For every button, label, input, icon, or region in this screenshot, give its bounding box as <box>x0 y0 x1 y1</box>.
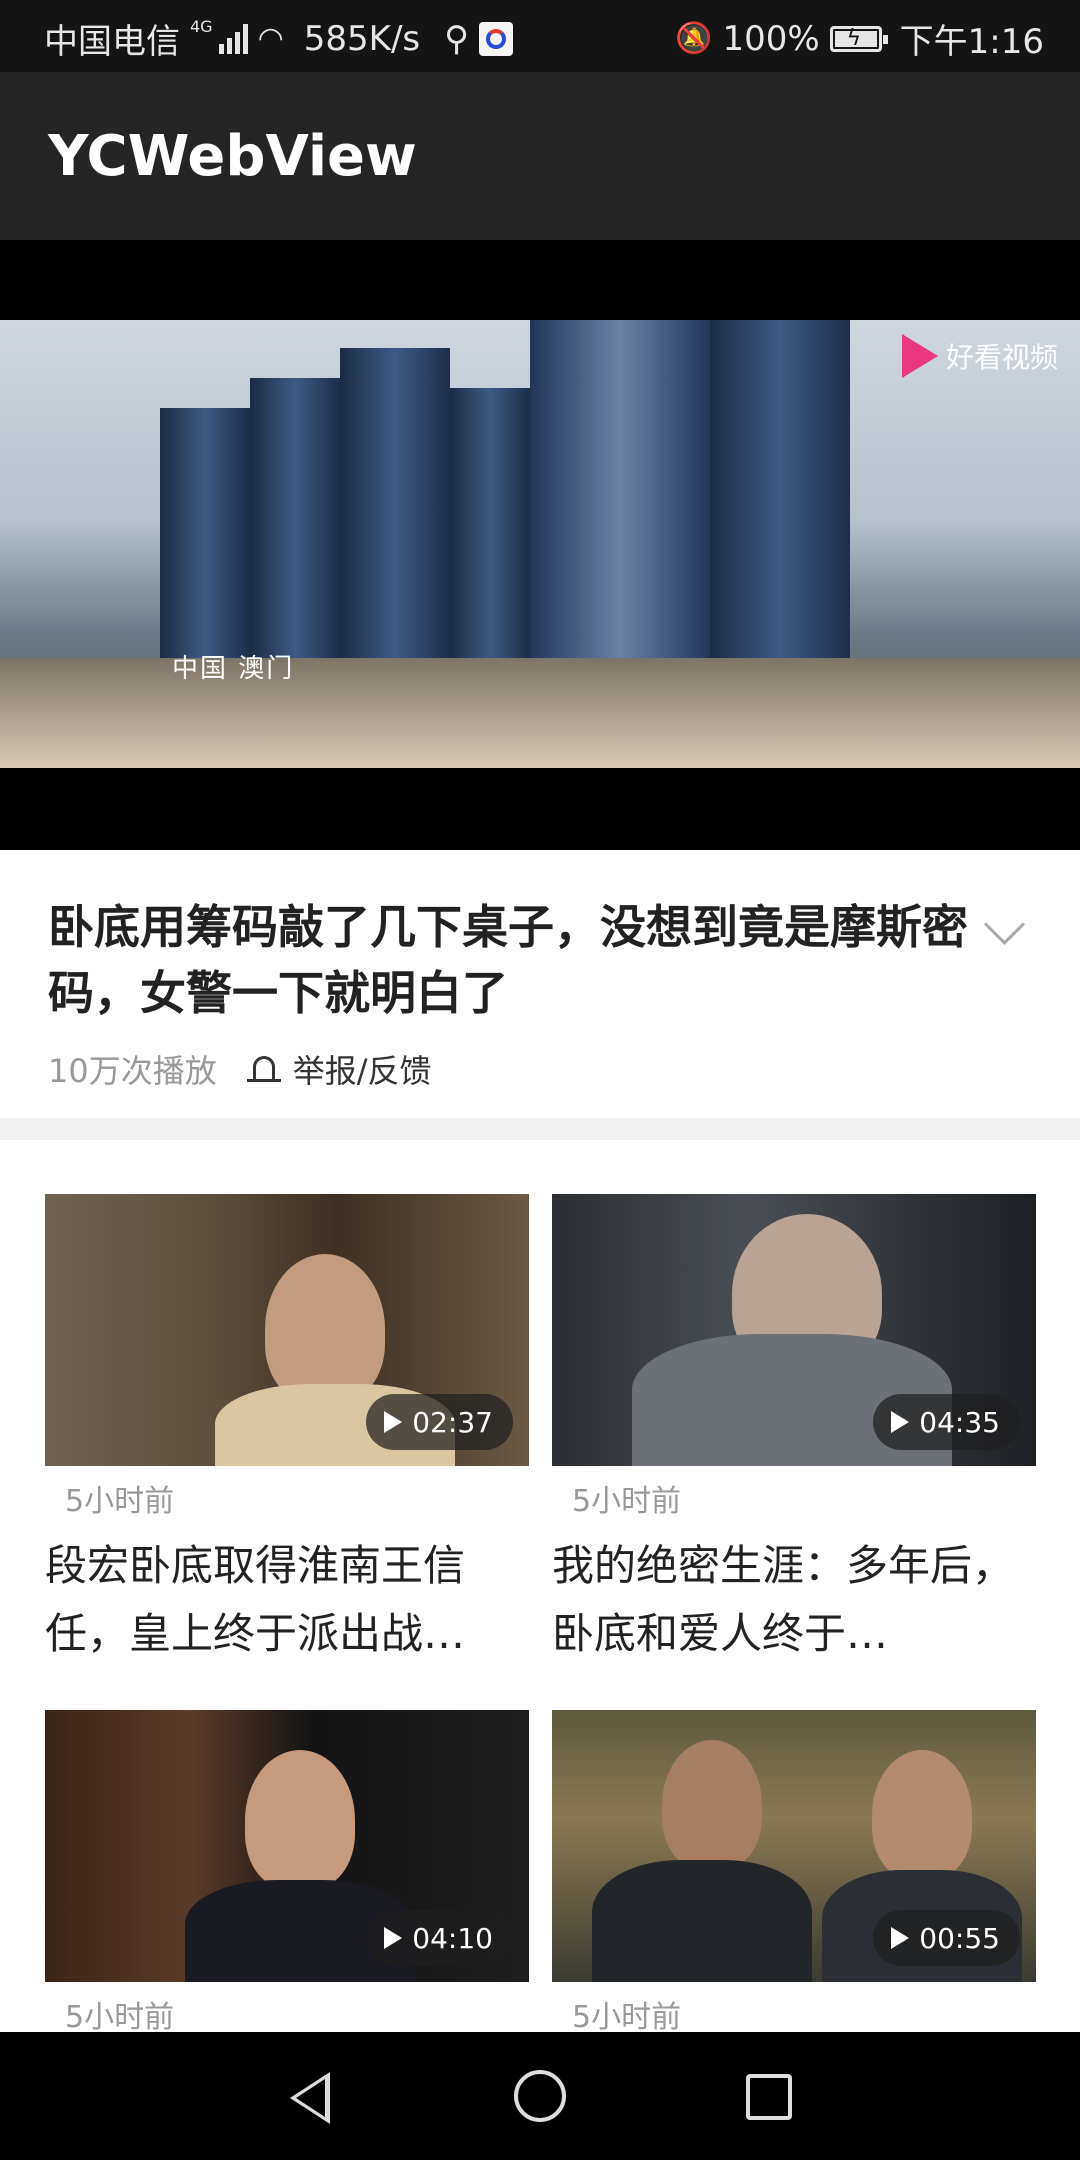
chevron-down-icon[interactable] <box>983 903 1026 946</box>
watermark: 好看视频 <box>901 334 1058 378</box>
video-caption: 中国 澳门 <box>172 654 295 684</box>
network-speed: 585K/s <box>303 18 421 59</box>
signal-icon <box>218 23 248 54</box>
related-video-title: 段宏卧底取得淮南王信任，皇上终于派出战… <box>45 1541 466 1658</box>
publish-time: 5小时前 <box>65 1484 175 1519</box>
play-icon <box>384 1927 403 1949</box>
back-icon[interactable] <box>290 2072 330 2124</box>
app-toolbar: YCWebView <box>0 72 1080 240</box>
network-type: 4G <box>190 17 213 36</box>
home-icon[interactable] <box>514 2070 566 2122</box>
play-icon <box>891 1927 910 1949</box>
report-icon <box>246 1052 281 1086</box>
report-button[interactable]: 举报/反馈 <box>246 1046 432 1092</box>
duration-badge: 04:35 <box>873 1394 1020 1450</box>
video-title: 卧底用筹码敲了几下桌子，没想到竟是摩斯密码，女警一下就明白了 <box>48 900 968 1020</box>
duration-badge: 00:55 <box>873 1910 1020 1966</box>
related-video-card[interactable]: 02:37 5小时前 段宏卧底取得淮南王信任，皇上终于派出战… <box>45 1194 529 1658</box>
publish-time: 5小时前 <box>572 1484 682 1519</box>
video-thumbnail[interactable]: 04:10 <box>45 1710 529 1982</box>
app-title: YCWebView <box>48 124 417 189</box>
duration-badge: 04:10 <box>366 1910 513 1966</box>
battery-icon: ϟ <box>829 25 888 52</box>
play-icon <box>891 1411 910 1433</box>
wifi-icon: ◠ <box>257 21 284 56</box>
section-divider <box>0 1118 1080 1140</box>
system-nav-bar <box>0 2032 1080 2160</box>
usb-icon: ⚲ <box>444 18 470 59</box>
report-label: 举报/反馈 <box>292 1052 432 1090</box>
mute-icon: 🔕 <box>675 21 713 56</box>
status-bar: 中国电信 4G ◠ 585K/s ⚲ 🔕 100% ϟ 下午1:16 <box>0 0 1080 72</box>
video-frame[interactable]: 中国 澳门 好看视频 <box>0 320 1080 768</box>
video-player[interactable]: 中国 澳门 好看视频 <box>0 240 1080 850</box>
battery-level: 100% <box>722 18 820 59</box>
related-video-title: 我的绝密生涯：多年后，卧底和爱人终于… <box>552 1541 1015 1658</box>
clock: 下午1:16 <box>899 22 1044 62</box>
video-thumbnail[interactable]: 04:35 <box>552 1194 1036 1466</box>
publish-time: 5小时前 <box>572 2000 682 2035</box>
play-icon <box>384 1411 403 1433</box>
carrier-label: 中国电信 <box>44 22 180 62</box>
related-video-card[interactable]: 04:10 5小时前 <box>45 1710 529 2035</box>
haokan-logo-icon <box>901 334 938 378</box>
publish-time: 5小时前 <box>65 2000 175 2035</box>
related-video-card[interactable]: 04:35 5小时前 我的绝密生涯：多年后，卧底和爱人终于… <box>552 1194 1036 1658</box>
recents-icon[interactable] <box>746 2074 792 2120</box>
video-thumbnail[interactable]: 00:55 <box>552 1710 1036 1982</box>
related-video-card[interactable]: 00:55 5小时前 <box>552 1710 1036 2035</box>
duration-badge: 02:37 <box>366 1394 513 1450</box>
video-thumbnail[interactable]: 02:37 <box>45 1194 529 1466</box>
app-badge-icon <box>479 21 514 56</box>
view-count: 10万次播放 <box>48 1052 217 1090</box>
video-info: 卧底用筹码敲了几下桌子，没想到竟是摩斯密码，女警一下就明白了 10万次播放 举报… <box>0 850 1080 1120</box>
